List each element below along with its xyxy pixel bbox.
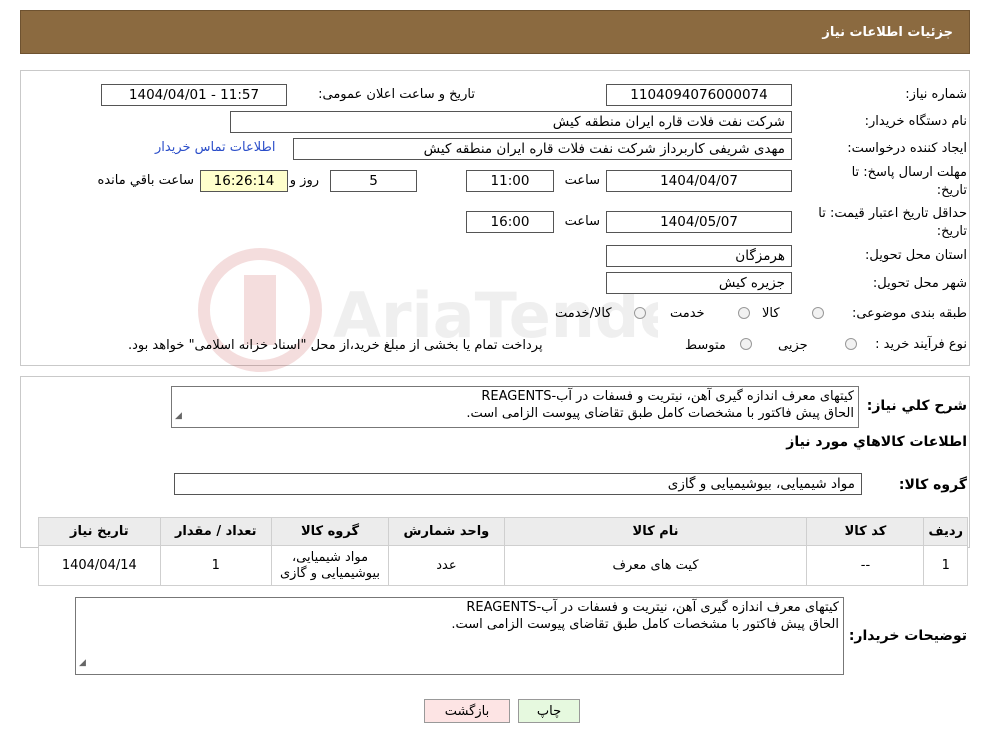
category-label: طبقه بندی موضوعی: [851, 306, 967, 321]
category-option-service: خدمت [670, 306, 705, 321]
col-qty-header: تعداد / مقدار [159, 517, 272, 546]
col-name-header: نام کالا [503, 517, 808, 546]
validity-time-label: ساعت [564, 214, 600, 229]
days-label: روز و [289, 173, 319, 188]
validity-date-field: 1404/05/07 [606, 211, 792, 233]
cell-unit: عدد [388, 545, 505, 586]
table-header-row: ردیف کد کالا نام کالا واحد شمارش گروه کا… [38, 517, 968, 546]
summary-line-1: کیتهای معرف اندازه گیری آهن، نیتریت و فس… [481, 389, 854, 404]
process-option-minor: جزیی [778, 338, 808, 353]
goods-group-label: گروه کالا: [898, 477, 967, 493]
buyer-notes-textarea[interactable]: کیتهای معرف اندازه گیری آهن، نیتریت و فس… [75, 597, 844, 675]
category-option-goods-service: کالا/خدمت [555, 306, 612, 321]
summary-textarea[interactable]: کیتهای معرف اندازه گیری آهن، نیتریت و فس… [171, 386, 859, 428]
announce-date-field: 1404/04/01 - 11:57 [101, 84, 287, 106]
col-group-header: گروه کالا [270, 517, 390, 546]
validity-label: حداقل تاریخ اعتبار قیمت: تا [818, 206, 967, 221]
items-table: ردیف کد کالا نام کالا واحد شمارش گروه کا… [38, 517, 968, 586]
deadline-time-field: 11:00 [466, 170, 554, 192]
cell-code: -- [806, 545, 925, 586]
buyer-org-field: شرکت نفت فلات قاره ایران منطقه کیش [230, 111, 792, 133]
deadline-label-date: تاریخ: [936, 183, 967, 198]
process-radio-minor[interactable] [845, 338, 857, 350]
print-button[interactable]: چاپ [518, 699, 580, 723]
cell-group: مواد شیمیایی، بیوشیمیایی و گازی [270, 545, 390, 586]
remaining-time-label: ساعت باقي مانده [97, 173, 194, 188]
cell-name: کیت های معرف [503, 545, 808, 586]
goods-info-title: اطلاعات کالاهاي مورد نیاز [786, 434, 967, 450]
validity-time-field: 16:00 [466, 211, 554, 233]
need-number-field: 1104094076000074 [606, 84, 792, 106]
need-number-label: شماره نیاز: [905, 87, 967, 102]
announce-date-label: تاریخ و ساعت اعلان عمومی: [318, 87, 475, 102]
validity-label-date: تاریخ: [936, 224, 967, 239]
cell-row: 1 [923, 545, 968, 586]
category-option-goods: کالا [762, 306, 780, 321]
table-row: 1 -- کیت های معرف عدد مواد شیمیایی، بیوش… [38, 545, 968, 586]
col-unit-header: واحد شمارش [388, 517, 505, 546]
cell-qty: 1 [159, 545, 272, 586]
days-remaining-field: 5 [330, 170, 417, 192]
city-label: شهر محل تحویل: [872, 276, 967, 291]
buyer-notes-label: توضیحات خریدار: [848, 628, 967, 644]
buyer-notes-line-1: کیتهای معرف اندازه گیری آهن، نیتریت و فس… [466, 600, 839, 615]
resize-handle-icon[interactable]: ◢ [79, 655, 86, 672]
goods-group-field: مواد شیمیایی، بیوشیمیایی و گازی [174, 473, 862, 495]
buyer-contact-link[interactable]: اطلاعات تماس خریدار [155, 140, 275, 155]
category-radio-goods[interactable] [812, 307, 824, 319]
summary-label: شرح کلي نیاز: [866, 398, 967, 414]
buyer-org-label: نام دستگاه خریدار: [864, 114, 967, 129]
process-payment-note: پرداخت تمام یا بخشی از مبلغ خرید،از محل … [128, 338, 543, 353]
city-field: جزیره کیش [606, 272, 792, 294]
creator-label: ایجاد کننده درخواست: [847, 141, 967, 156]
deadline-label: مهلت ارسال پاسخ: تا [851, 165, 967, 180]
col-code-header: کد کالا [806, 517, 925, 546]
process-type-label: نوع فرآیند خرید : [875, 337, 967, 352]
province-label: استان محل تحویل: [865, 248, 967, 263]
buyer-notes-line-2: الحاق پیش فاکتور با مشخصات کامل طبق تقاض… [451, 617, 839, 632]
process-radio-medium[interactable] [740, 338, 752, 350]
summary-line-2: الحاق پیش فاکتور با مشخصات کامل طبق تقاض… [466, 406, 854, 421]
back-button[interactable]: بازگشت [424, 699, 510, 723]
deadline-time-label: ساعت [564, 173, 600, 188]
category-radio-goods-service[interactable] [634, 307, 646, 319]
process-option-medium: متوسط [685, 338, 726, 353]
creator-field: مهدی شریفی کاربرداز شرکت نفت فلات قاره ا… [293, 138, 792, 160]
col-date-header: تاریخ نیاز [38, 517, 161, 546]
cell-date: 1404/04/14 [38, 545, 161, 586]
col-row-header: ردیف [923, 517, 968, 546]
page-title: جزئیات اطلاعات نیاز [822, 24, 953, 40]
category-radio-service[interactable] [738, 307, 750, 319]
remaining-time-field: 16:26:14 [200, 170, 288, 192]
deadline-date-field: 1404/04/07 [606, 170, 792, 192]
province-field: هرمزگان [606, 245, 792, 267]
page-header: جزئیات اطلاعات نیاز [20, 10, 970, 54]
resize-handle-icon[interactable]: ◢ [175, 408, 182, 425]
